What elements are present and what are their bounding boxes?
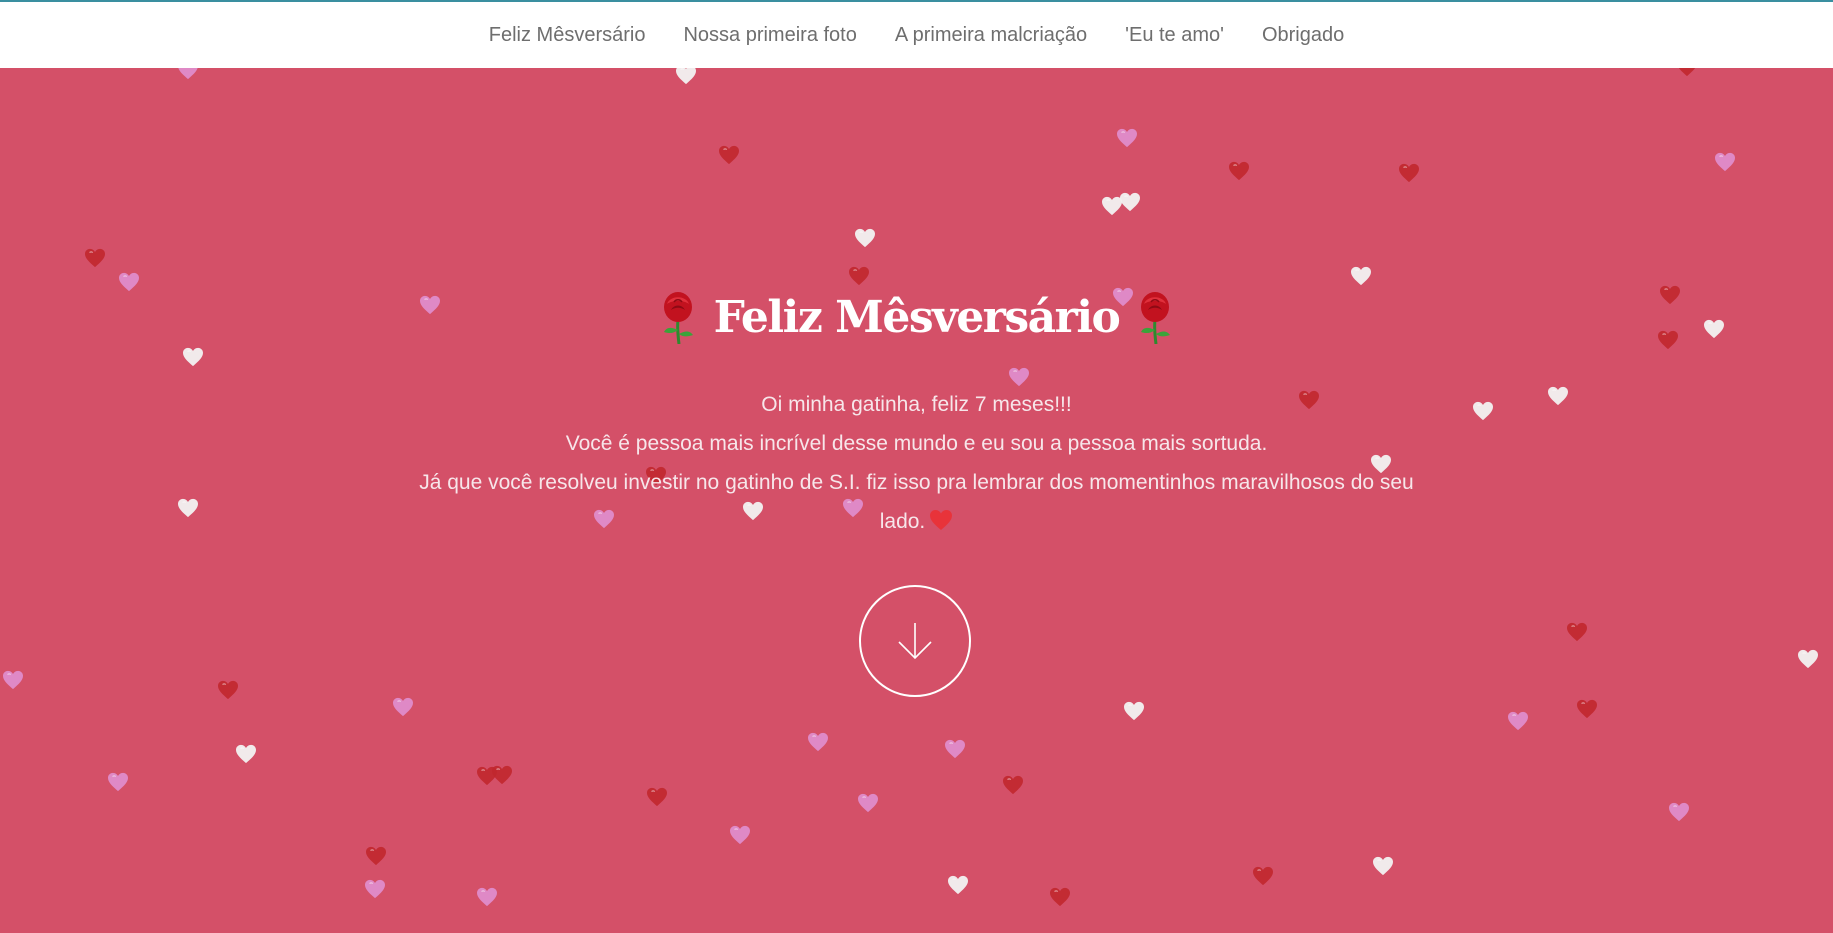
rose-icon xyxy=(658,290,698,344)
message-line: Você é pessoa mais incrível desse mundo … xyxy=(565,432,1268,455)
nav-link-primeira-malcriacao[interactable]: A primeira malcriação xyxy=(895,21,1087,47)
nav-link-feliz-mesversario[interactable]: Feliz Mêsversário xyxy=(489,21,646,47)
page-title: Feliz Mêsversário xyxy=(713,291,1121,343)
message-line: Oi minha gatinha, feliz 7 meses!!! xyxy=(761,393,1072,416)
nav-link-nossa-primeira-foto[interactable]: Nossa primeira foto xyxy=(683,21,856,47)
red-heart-icon xyxy=(929,509,953,531)
nav-link-eu-te-amo[interactable]: 'Eu te amo' xyxy=(1125,21,1224,47)
scroll-down-button[interactable] xyxy=(859,585,971,697)
nav-link-obrigado[interactable]: Obrigado xyxy=(1262,21,1344,47)
top-accent-line xyxy=(0,0,1833,2)
top-navbar: Feliz Mêsversário Nossa primeira foto A … xyxy=(0,0,1833,68)
intro-message: Oi minha gatinha, feliz 7 meses!!! Você … xyxy=(417,385,1417,541)
arrow-down-icon xyxy=(898,623,932,660)
page-title-row: Feliz Mêsversário xyxy=(658,290,1176,344)
message-line-text: Já que você resolveu investir no gatinho… xyxy=(419,471,1414,533)
hero-content: Feliz Mêsversário Oi minha gatinha, feli… xyxy=(0,290,1833,541)
message-line: Já que você resolveu investir no gatinho… xyxy=(417,463,1417,541)
rose-icon xyxy=(1135,290,1175,344)
